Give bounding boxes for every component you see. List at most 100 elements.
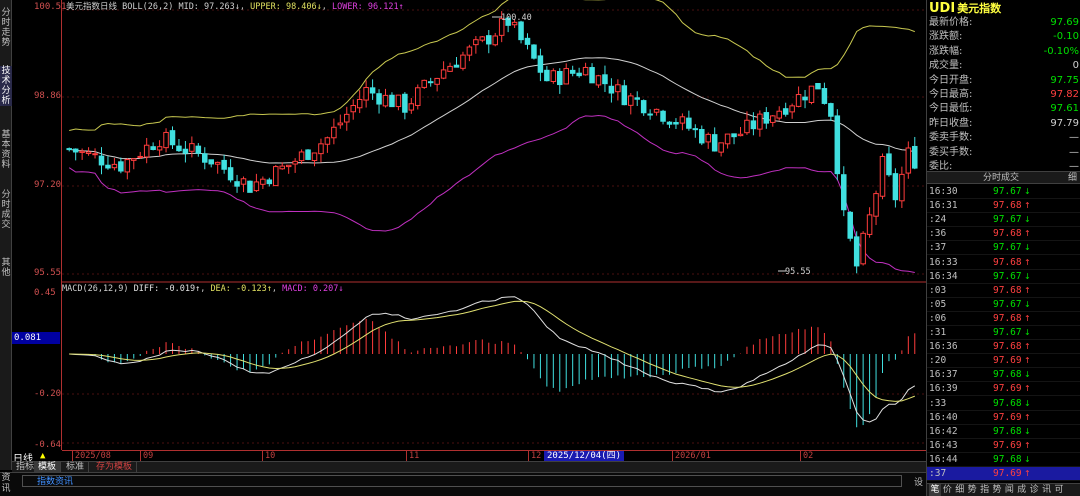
trade-row[interactable]: :05 97.67 ↓: [927, 298, 1080, 312]
quote-label: 委卖手数:: [929, 132, 973, 144]
candle-body: [582, 66, 589, 76]
candle-body: [692, 128, 699, 131]
right-tab-bar: 笔价细势指势闻成诊讯可: [927, 483, 1080, 496]
trade-row[interactable]: 16:40 97.69 ↑: [927, 411, 1080, 425]
candle-body: [434, 77, 440, 85]
candle-body: [285, 164, 292, 168]
quote-label: 今日最高:: [929, 89, 973, 100]
candlesticks: [66, 11, 918, 274]
trade-price: 97.68: [993, 284, 1022, 296]
trade-row[interactable]: :03 97.68 ↑: [927, 284, 1080, 298]
quote-label: 成交量:: [929, 60, 963, 72]
news-side-char: 讯: [1, 484, 11, 494]
candle-body: [673, 122, 679, 125]
left-tab-bar: 分时走势 技术分析 基本资料 分时成交 其他: [0, 0, 12, 470]
right-tab[interactable]: 闻: [1003, 484, 1015, 496]
trade-row[interactable]: :37 97.67 ↓: [927, 241, 1080, 256]
quote-row: 今日开盘: 97.75: [929, 74, 1079, 88]
right-tab[interactable]: 诊: [1028, 484, 1040, 496]
candle-body: [273, 166, 279, 187]
quote-value: 97.79: [1050, 117, 1079, 129]
trade-row[interactable]: :06 97.68 ↑: [927, 312, 1080, 326]
trade-row[interactable]: 16:31 97.68 ↑: [927, 199, 1080, 214]
candle-body: [389, 94, 395, 108]
candle-body: [853, 236, 860, 267]
candle-body: [214, 161, 221, 165]
tab-intraday[interactable]: 分时走势: [0, 8, 12, 48]
trade-row[interactable]: 16:33 97.68 ↑: [927, 256, 1080, 270]
candle-body: [356, 98, 363, 109]
candle-body: [744, 119, 750, 134]
trade-row[interactable]: 16:30 97.67 ↓: [927, 185, 1080, 199]
candle-body: [686, 117, 692, 129]
tab-technical[interactable]: 技术分析: [0, 66, 12, 106]
trade-row[interactable]: 16:42 97.68 ↓: [927, 425, 1080, 439]
trade-time: :37: [929, 468, 947, 479]
tab-other[interactable]: 其他: [0, 258, 12, 278]
candle-body: [176, 145, 182, 152]
arrow-up-icon: ↑: [1024, 356, 1031, 366]
trade-row[interactable]: :31 97.67 ↓: [927, 326, 1080, 340]
chart-title: 美元指数日线: [66, 2, 118, 12]
tab-tick-trades[interactable]: 分时成交: [0, 190, 12, 230]
right-tab[interactable]: 成: [1016, 484, 1028, 496]
trade-row[interactable]: :20 97.69 ↑: [927, 354, 1080, 369]
news-settings-button[interactable]: 设: [914, 475, 923, 488]
trade-row[interactable]: :24 97.67 ↓: [927, 213, 1080, 228]
quote-row: 委卖手数: —: [929, 131, 1079, 145]
candle-body: [802, 96, 808, 101]
candle-body: [395, 94, 402, 108]
trades-header: 分时成交 细: [927, 171, 1080, 184]
right-tab[interactable]: 势: [966, 484, 978, 496]
kline-chart[interactable]: 100.40 95.55: [62, 0, 926, 450]
candle-body: [550, 70, 557, 82]
period-dropdown-icon[interactable]: ▲: [40, 451, 45, 461]
boll-upper: UPPER: 98.406↓: [250, 2, 322, 12]
candle-body: [447, 65, 453, 72]
candle-body: [647, 113, 653, 116]
quote-row: 今日最低: 97.61: [929, 102, 1079, 116]
right-tab[interactable]: 指: [979, 484, 991, 496]
right-tab[interactable]: 细: [954, 484, 966, 496]
right-tab[interactable]: 价: [941, 484, 953, 496]
trade-price: 97.69: [993, 468, 1022, 479]
trade-row[interactable]: 16:39 97.69 ↑: [927, 382, 1080, 397]
trade-time: 16:34: [929, 270, 958, 282]
trade-time: :05: [929, 298, 947, 310]
trade-row[interactable]: 16:43 97.69 ↑: [927, 439, 1080, 453]
trade-row[interactable]: 16:37 97.68 ↓: [927, 368, 1080, 383]
arrow-up-icon: ↑: [1024, 469, 1031, 478]
candle-body: [899, 173, 905, 202]
candle-body: [247, 180, 253, 193]
macd-axis-label: 0.45: [34, 288, 56, 298]
candle-body: [182, 148, 189, 154]
trade-row[interactable]: 16:44 97.68 ↓: [927, 453, 1080, 467]
candle-body: [150, 146, 156, 150]
right-tab[interactable]: 讯: [1041, 484, 1053, 496]
candle-body: [421, 79, 427, 88]
trade-row[interactable]: :37 97.69 ↑: [927, 467, 1080, 481]
candle-body: [473, 39, 479, 46]
news-title[interactable]: 指数资讯: [37, 476, 73, 488]
date-axis: 2025/08 09 10 11 12 2026/01 02 2025/12/0…: [62, 450, 926, 462]
right-tab[interactable]: 笔: [929, 484, 941, 496]
right-tab[interactable]: 可: [1053, 484, 1065, 496]
trade-row[interactable]: 16:36 97.68 ↑: [927, 340, 1080, 355]
macd-dea: DEA: -0.123↑: [210, 284, 272, 294]
news-bar: 资 讯 指数资讯 设: [0, 472, 926, 496]
trade-row[interactable]: :36 97.68 ↑: [927, 227, 1080, 242]
candle-body: [634, 97, 640, 100]
arrow-up-icon: ↑: [1024, 229, 1031, 239]
candle-body: [253, 181, 260, 192]
right-tab[interactable]: 势: [991, 484, 1003, 496]
trades-detail-button[interactable]: 细: [1068, 172, 1077, 184]
trade-row[interactable]: 16:34 97.67 ↓: [927, 270, 1080, 284]
trade-row[interactable]: :33 97.68 ↓: [927, 397, 1080, 411]
candle-body: [608, 85, 615, 94]
quote-row: 昨日收盘: 97.79: [929, 117, 1079, 131]
candle-body: [492, 35, 498, 46]
news-box[interactable]: 指数资讯: [22, 475, 902, 487]
high-annotation: 100.40: [501, 13, 532, 23]
candle-body: [98, 155, 105, 166]
tab-fundamentals[interactable]: 基本资料: [0, 130, 12, 170]
